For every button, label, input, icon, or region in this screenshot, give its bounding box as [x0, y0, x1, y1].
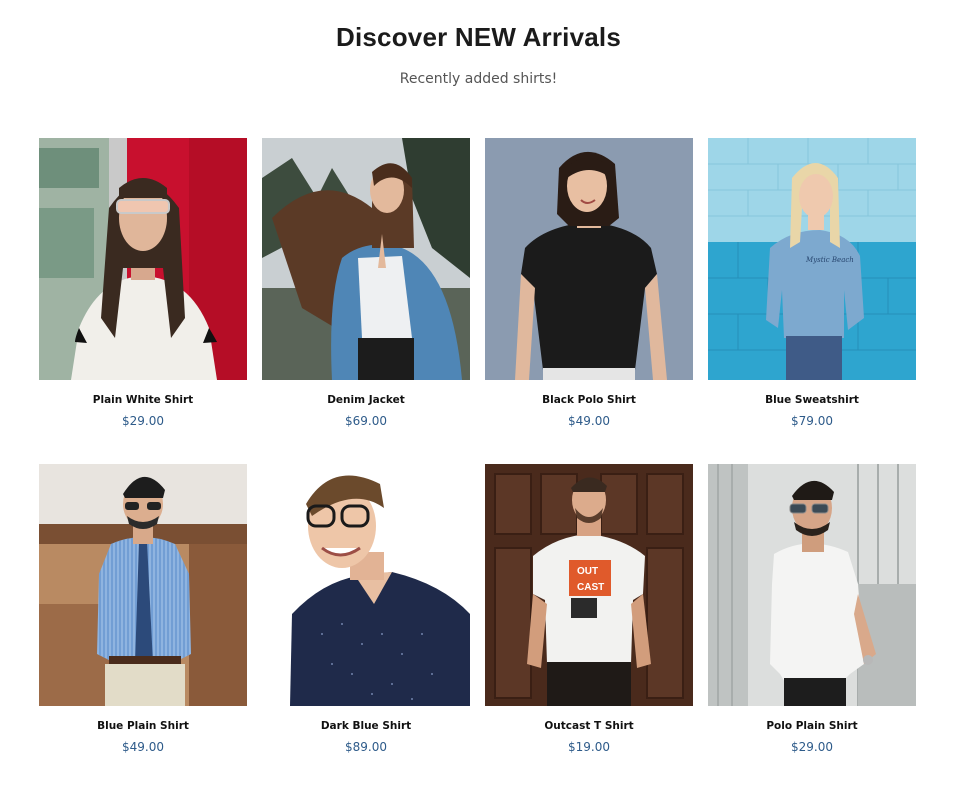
product-price: $19.00 [568, 740, 610, 754]
product-name[interactable]: Polo Plain Shirt [708, 720, 916, 732]
product-name[interactable]: Plain White Shirt [39, 394, 247, 406]
product-price: $49.00 [122, 740, 164, 754]
product-image[interactable] [39, 464, 247, 706]
product-name[interactable]: Dark Blue Shirt [262, 720, 470, 732]
product-grid: Plain White Shirt $29.00 Denim Jacket $6… [39, 138, 916, 790]
man-blue-shirt-tie-photo [39, 464, 247, 706]
outcast-print-cast: CAST [577, 582, 604, 593]
product-image[interactable] [485, 138, 693, 380]
sweatshirt-print: Mystic Beach [805, 256, 854, 264]
product-image[interactable] [262, 138, 470, 380]
man-dark-shirt-glasses-photo [262, 464, 470, 706]
product-name[interactable]: Denim Jacket [262, 394, 470, 406]
woman-blue-sweatshirt-photo: Mystic Beach [708, 138, 916, 380]
product-price: $29.00 [122, 414, 164, 428]
product-price: $69.00 [345, 414, 387, 428]
product-card[interactable]: Mystic Beach Blue Sweatshirt $79.00 [708, 138, 916, 464]
woman-white-tee-photo [39, 138, 247, 380]
woman-black-polo-photo [485, 138, 693, 380]
product-image[interactable] [262, 464, 470, 706]
product-name[interactable]: Blue Plain Shirt [39, 720, 247, 732]
product-image[interactable] [708, 464, 916, 706]
product-price: $49.00 [568, 414, 610, 428]
product-card[interactable]: Plain White Shirt $29.00 [39, 138, 247, 464]
product-price: $29.00 [791, 740, 833, 754]
product-card[interactable]: OUT CAST Outcast T Shirt $19.00 [485, 464, 693, 790]
woman-denim-jacket-photo [262, 138, 470, 380]
page-subtitle: Recently added shirts! [399, 71, 558, 87]
product-card[interactable]: Denim Jacket $69.00 [262, 138, 470, 464]
product-image[interactable]: Mystic Beach [708, 138, 916, 380]
page-title: Discover NEW Arrivals [335, 22, 622, 52]
product-price: $79.00 [791, 414, 833, 428]
product-name[interactable]: Blue Sweatshirt [708, 394, 916, 406]
product-image[interactable]: OUT CAST [485, 464, 693, 706]
product-card[interactable]: Black Polo Shirt $49.00 [485, 138, 693, 464]
man-white-shirt-photo [708, 464, 916, 706]
product-card[interactable]: Dark Blue Shirt $89.00 [262, 464, 470, 790]
man-outcast-tee-photo: OUT CAST [485, 464, 693, 706]
product-name[interactable]: Outcast T Shirt [485, 720, 693, 732]
product-name[interactable]: Black Polo Shirt [485, 394, 693, 406]
product-card[interactable]: Polo Plain Shirt $29.00 [708, 464, 916, 790]
outcast-print-out: OUT [577, 566, 598, 577]
product-card[interactable]: Blue Plain Shirt $49.00 [39, 464, 247, 790]
product-price: $89.00 [345, 740, 387, 754]
product-image[interactable] [39, 138, 247, 380]
